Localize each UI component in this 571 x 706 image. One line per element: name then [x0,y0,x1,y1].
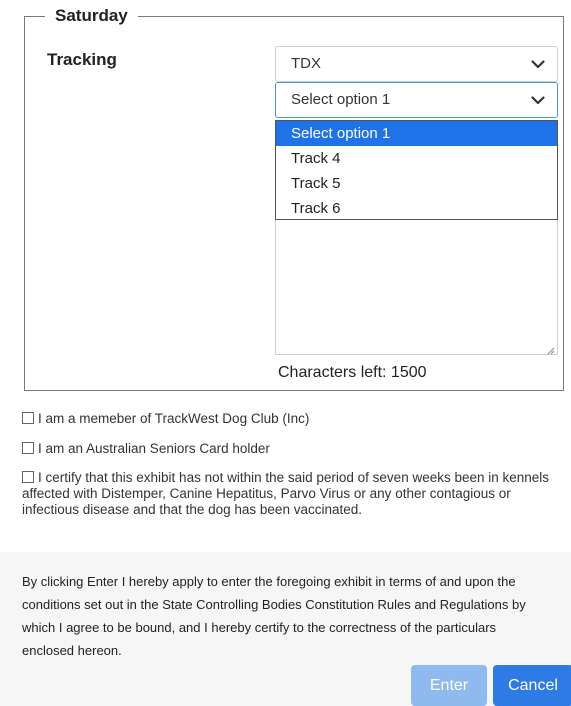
cancel-button[interactable]: Cancel [493,665,571,706]
track-select[interactable]: Select option 1 [275,82,558,118]
seniors-checkbox-row[interactable]: I am an Australian Seniors Card holder [22,441,562,457]
characters-left: Characters left: 1500 [278,364,427,381]
seniors-checkbox-label: I am an Australian Seniors Card holder [38,441,270,456]
resize-grip-icon[interactable] [545,342,555,355]
class-select[interactable]: TDX [275,46,558,82]
certify-checkbox-label: I certify that this exhibit has not with… [22,470,550,517]
dropdown-option-select-option-1[interactable]: Select option 1 [276,121,557,146]
entry-form: Saturday Tracking TDX Select option 1 Se… [0,0,571,706]
enter-button[interactable]: Enter [411,665,487,706]
member-checkbox[interactable] [22,412,34,424]
dropdown-option-track-6[interactable]: Track 6 [276,196,557,221]
dropdown-option-track-5[interactable]: Track 5 [276,171,557,196]
track-select-value: Select option 1 [291,91,391,108]
chevron-down-icon [531,47,545,81]
member-checkbox-label: I am a memeber of TrackWest Dog Club (In… [38,411,310,426]
dropdown-option-track-4[interactable]: Track 4 [276,146,557,171]
seniors-checkbox[interactable] [22,442,34,454]
member-checkbox-row[interactable]: I am a memeber of TrackWest Dog Club (In… [22,411,562,427]
class-select-value: TDX [291,55,321,72]
certify-checkbox-row[interactable]: I certify that this exhibit has not with… [22,470,562,518]
terms-notice-text: By clicking Enter I hereby apply to ente… [22,574,526,658]
tracking-label: Tracking [47,50,117,69]
certify-checkbox[interactable] [22,471,34,483]
track-dropdown-list: Select option 1 Track 4 Track 5 Track 6 [275,120,558,220]
chevron-down-icon [531,83,545,117]
saturday-legend: Saturday [55,6,128,25]
comments-textarea[interactable] [275,220,558,355]
